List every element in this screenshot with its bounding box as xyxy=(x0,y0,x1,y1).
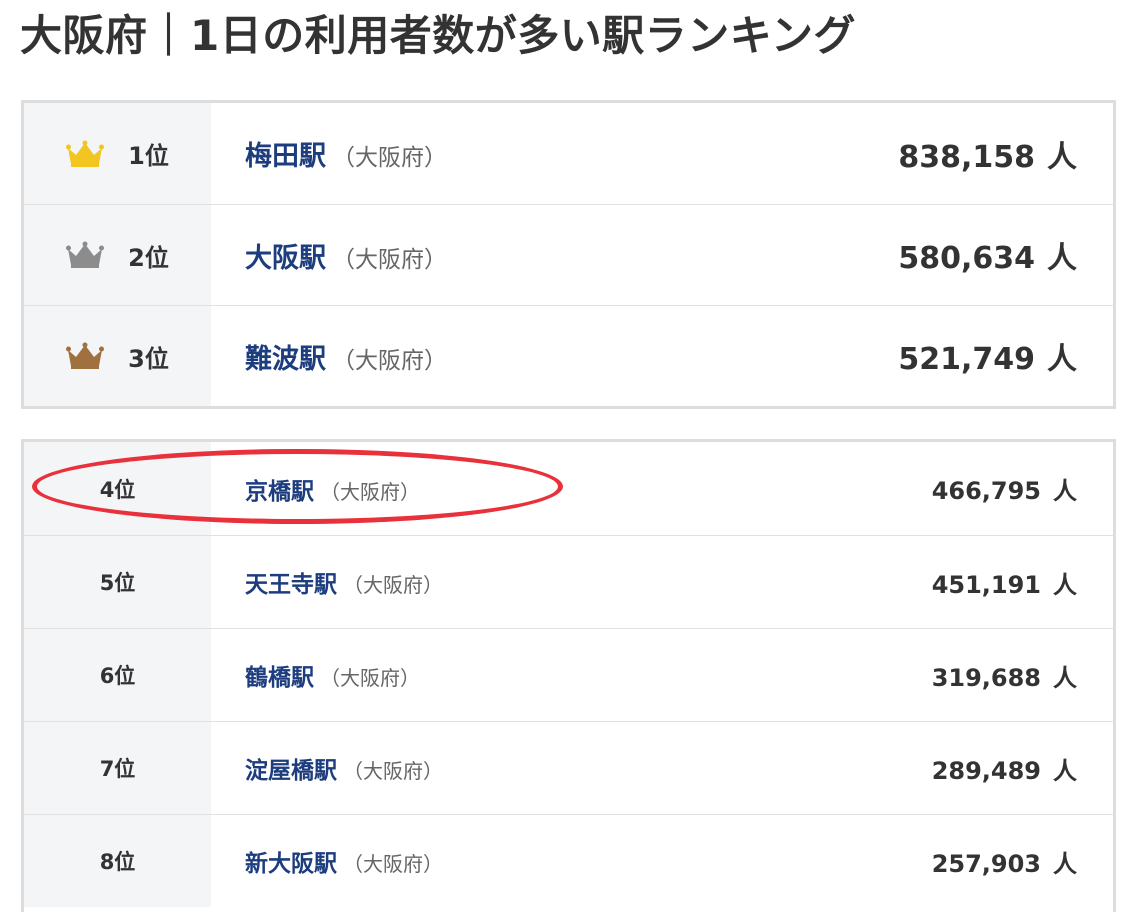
rank-cell: 5位 xyxy=(24,536,211,628)
station-cell: 淀屋橋駅 （大阪府） xyxy=(211,751,932,785)
count-unit: 人 xyxy=(1047,241,1077,276)
prefecture-label: （大阪府） xyxy=(332,347,447,374)
rank-label: 1位 xyxy=(128,142,169,170)
rank-cell: 1位 xyxy=(24,103,211,204)
station-link-tennoji[interactable]: 天王寺駅 xyxy=(245,565,337,599)
rank-label: 2位 xyxy=(128,243,169,272)
station-link-umeda[interactable]: 梅田駅 xyxy=(245,134,326,173)
gold-crown-icon xyxy=(66,140,105,167)
rank-cell: 2位 xyxy=(24,205,211,305)
rank-cell: 3位 xyxy=(24,306,211,406)
count-cell: 521,749 人 xyxy=(898,334,1113,378)
user-count: 289,489 xyxy=(931,756,1041,785)
station-link-kyobashi[interactable]: 京橋駅 xyxy=(245,472,314,506)
station-cell: 難波駅 （大阪府） xyxy=(211,337,898,376)
ranking-row-1: 1位 梅田駅 （大阪府） 838,158 人 xyxy=(24,103,1113,204)
top3-ranking-table: 1位 梅田駅 （大阪府） 838,158 人 2位 大阪駅 （大阪府） 580,… xyxy=(21,100,1116,409)
prefecture-label: （大阪府） xyxy=(343,759,443,783)
count-unit: 人 xyxy=(1053,663,1077,692)
rank-label: 5位 xyxy=(99,571,136,595)
user-count: 451,191 xyxy=(931,570,1041,599)
station-cell: 京橋駅 （大阪府） xyxy=(211,472,932,506)
count-cell: 257,903 人 xyxy=(932,844,1113,879)
rank-label: 7位 xyxy=(99,757,136,781)
rank-cell: 8位 xyxy=(24,815,211,907)
ranking-table: 4位 京橋駅 （大阪府） 466,795 人 5位 天王寺駅 （大阪府） 451… xyxy=(21,439,1116,912)
user-count: 521,749 xyxy=(898,342,1035,377)
count-cell: 289,489 人 xyxy=(932,751,1113,786)
station-cell: 大阪駅 （大阪府） xyxy=(211,236,898,275)
station-cell: 天王寺駅 （大阪府） xyxy=(211,565,932,599)
prefecture-label: （大阪府） xyxy=(343,852,443,876)
count-cell: 451,191 人 xyxy=(932,565,1113,600)
ranking-row-4: 4位 京橋駅 （大阪府） 466,795 人 xyxy=(24,442,1113,535)
prefecture-label: （大阪府） xyxy=(320,666,420,690)
count-unit: 人 xyxy=(1053,849,1077,878)
count-unit: 人 xyxy=(1053,756,1077,785)
station-cell: 梅田駅 （大阪府） xyxy=(211,134,898,173)
prefecture-label: （大阪府） xyxy=(320,479,420,504)
user-count: 838,158 xyxy=(898,139,1035,175)
user-count: 319,688 xyxy=(931,663,1041,692)
station-link-osaka[interactable]: 大阪駅 xyxy=(245,236,326,275)
station-link-namba[interactable]: 難波駅 xyxy=(245,337,326,376)
ranking-row-5: 5位 天王寺駅 （大阪府） 451,191 人 xyxy=(24,535,1113,628)
silver-crown-icon xyxy=(66,241,105,268)
rank-label: 4位 xyxy=(99,477,136,502)
station-link-tsuruhashi[interactable]: 鶴橋駅 xyxy=(245,658,314,692)
count-unit: 人 xyxy=(1047,342,1077,377)
station-cell: 新大阪駅 （大阪府） xyxy=(211,844,932,878)
prefecture-label: （大阪府） xyxy=(343,573,443,597)
station-link-yodoyabashi[interactable]: 淀屋橋駅 xyxy=(245,751,337,785)
rank-label: 6位 xyxy=(99,664,136,688)
count-cell: 580,634 人 xyxy=(898,233,1113,277)
count-unit: 人 xyxy=(1053,477,1077,505)
count-unit: 人 xyxy=(1053,570,1077,599)
station-link-shin-osaka[interactable]: 新大阪駅 xyxy=(245,844,337,878)
ranking-row-7: 7位 淀屋橋駅 （大阪府） 289,489 人 xyxy=(24,721,1113,814)
prefecture-label: （大阪府） xyxy=(332,145,447,171)
rank-cell: 6位 xyxy=(24,629,211,721)
ranking-row-8: 8位 新大阪駅 （大阪府） 257,903 人 xyxy=(24,814,1113,907)
user-count: 257,903 xyxy=(931,849,1041,878)
ranking-row-3: 3位 難波駅 （大阪府） 521,749 人 xyxy=(24,305,1113,406)
rank-label: 3位 xyxy=(128,344,169,373)
ranking-row-6: 6位 鶴橋駅 （大阪府） 319,688 人 xyxy=(24,628,1113,721)
rank-cell: 4位 xyxy=(24,442,211,535)
prefecture-label: （大阪府） xyxy=(332,246,447,273)
page-title: 大阪府｜1日の利用者数が多い駅ランキング xyxy=(20,11,856,60)
rank-label: 8位 xyxy=(99,850,136,874)
bronze-crown-icon xyxy=(66,342,105,369)
count-cell: 838,158 人 xyxy=(898,132,1113,176)
count-cell: 319,688 人 xyxy=(932,658,1113,693)
count-unit: 人 xyxy=(1047,139,1077,175)
station-cell: 鶴橋駅 （大阪府） xyxy=(211,658,932,692)
rank-cell: 7位 xyxy=(24,722,211,814)
user-count: 466,795 xyxy=(931,477,1041,505)
count-cell: 466,795 人 xyxy=(932,471,1113,506)
user-count: 580,634 xyxy=(898,241,1035,276)
ranking-row-2: 2位 大阪駅 （大阪府） 580,634 人 xyxy=(24,204,1113,305)
